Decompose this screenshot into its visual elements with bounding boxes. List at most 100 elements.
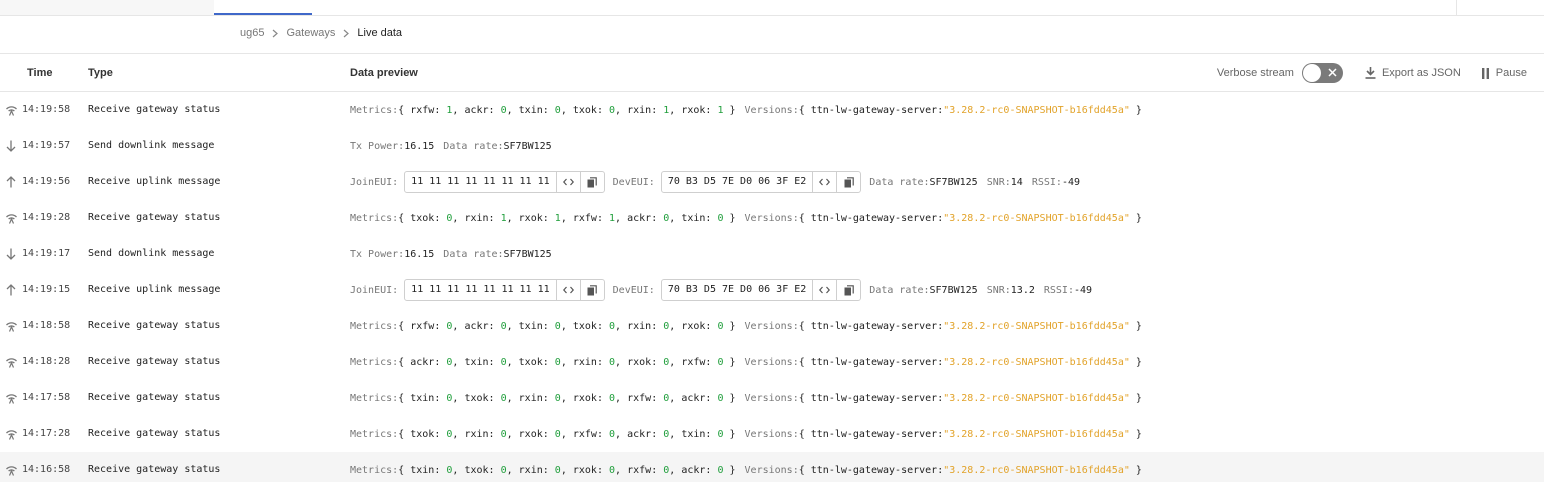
event-row[interactable]: 14:18:58 Receive gateway status Metrics: {… <box>0 308 1544 344</box>
separator: , <box>560 428 573 440</box>
separator: , <box>452 212 465 224</box>
separator: , <box>560 392 573 404</box>
colon: : <box>596 428 610 440</box>
metric-key: txin <box>681 428 706 440</box>
colon: : <box>596 104 610 116</box>
event-time: 14:19:57 <box>22 140 71 151</box>
brace-open: { <box>398 104 411 116</box>
toggle-knob <box>1302 64 1321 82</box>
versions-label: Versions: <box>744 356 799 368</box>
event-row[interactable]: 14:17:28 Receive gateway status Metrics: {… <box>0 416 1544 452</box>
data-preview: JoinEUI: 11 11 11 11 11 11 11 11 DevEUI: 70… <box>350 164 1080 200</box>
event-row[interactable]: 14:16:58 Receive gateway status Metrics: {… <box>0 452 1544 482</box>
separator: , <box>615 356 628 368</box>
metric-key: rxfw <box>627 392 652 404</box>
event-type: Receive uplink message <box>88 176 221 187</box>
version-value: "3.28.2-rc0-SNAPSHOT-b16fdd45a" <box>943 320 1130 332</box>
breadcrumb-item-ug65[interactable]: ug65 <box>240 27 264 39</box>
event-type: Send downlink message <box>88 140 215 151</box>
snr-value: 14 <box>1010 176 1023 188</box>
separator: , <box>506 428 519 440</box>
event-time: 14:19:58 <box>22 104 71 115</box>
colon: : <box>596 392 610 404</box>
metric-key: txok <box>410 212 435 224</box>
data-preview: Metrics: { txin: 0, txok: 0, rxin: 0, rx… <box>350 380 1142 416</box>
data-preview: JoinEUI: 11 11 11 11 11 11 11 11 DevEUI: 70… <box>350 272 1092 308</box>
event-type: Send downlink message <box>88 248 215 259</box>
event-time: 14:17:58 <box>22 392 71 403</box>
tab-active-indicator[interactable] <box>214 0 312 15</box>
metrics-label: Metrics: <box>350 464 399 476</box>
colon: : <box>542 392 555 404</box>
toggle-format-icon[interactable] <box>812 280 836 300</box>
column-header-type: Type <box>88 67 113 79</box>
event-row[interactable]: 14:19:56 Receive uplink message JoinEUI: 11… <box>0 164 1544 200</box>
metric-key: ackr <box>464 320 489 332</box>
event-type: Receive gateway status <box>88 320 221 331</box>
copy-icon[interactable] <box>836 280 860 300</box>
version-key: ttn-lw-gateway-server: <box>810 464 944 476</box>
dev-eui-value: 70 B3 D5 7E D0 06 3F E2 <box>667 284 807 295</box>
toggle-format-icon[interactable] <box>812 172 836 192</box>
version-value: "3.28.2-rc0-SNAPSHOT-b16fdd45a" <box>943 356 1130 368</box>
data-rate-value: SF7BW125 <box>929 176 978 188</box>
gateway-status-icon <box>4 319 18 333</box>
metric-key: rxok <box>572 464 597 476</box>
brace-open: { <box>398 212 411 224</box>
separator: , <box>669 392 682 404</box>
gateway-status-icon <box>4 463 18 477</box>
gateway-status-icon <box>4 355 18 369</box>
arrow-down-icon <box>4 139 18 153</box>
pause-button[interactable]: Pause <box>1481 67 1527 79</box>
copy-icon[interactable] <box>579 280 604 300</box>
verbose-stream-toggle[interactable] <box>1301 63 1343 83</box>
top-nav-left-segment <box>0 0 214 15</box>
event-type: Receive gateway status <box>88 428 221 439</box>
metric-key: txok <box>464 392 489 404</box>
metric-key: rxok <box>518 212 543 224</box>
verbose-stream-label: Verbose stream <box>1216 67 1294 79</box>
metric-key: txin <box>464 356 489 368</box>
event-row[interactable]: 14:18:28 Receive gateway status Metrics: {… <box>0 344 1544 380</box>
separator: } <box>723 212 736 224</box>
event-row[interactable]: 14:19:57 Send downlink message Tx Power: 1… <box>0 128 1544 164</box>
brace-close: } <box>1129 392 1142 404</box>
toggle-format-icon[interactable] <box>555 172 580 192</box>
colon: : <box>488 104 501 116</box>
separator: , <box>452 356 465 368</box>
separator: , <box>669 320 682 332</box>
brace-close: } <box>1129 212 1142 224</box>
event-row[interactable]: 14:19:15 Receive uplink message JoinEUI: 11… <box>0 272 1544 308</box>
separator: , <box>506 320 519 332</box>
event-row[interactable]: 14:19:28 Receive gateway status Metrics: {… <box>0 200 1544 236</box>
dev-eui-label: DevEUI: <box>612 284 655 296</box>
colon: : <box>488 392 501 404</box>
metric-key: rxin <box>627 104 652 116</box>
event-row[interactable]: 14:17:58 Receive gateway status Metrics: {… <box>0 380 1544 416</box>
breadcrumb-item-gateways[interactable]: Gateways <box>286 27 335 39</box>
event-row[interactable]: 14:19:58 Receive gateway status Metrics: {… <box>0 92 1544 128</box>
dev-eui-value: 70 B3 D5 7E D0 06 3F E2 <box>667 176 807 187</box>
copy-icon[interactable] <box>579 172 604 192</box>
metric-key: rxok <box>681 320 706 332</box>
colon: : <box>434 464 447 476</box>
pause-label: Pause <box>1495 67 1527 79</box>
event-time: 14:18:28 <box>22 356 71 367</box>
copy-icon[interactable] <box>836 172 860 192</box>
snr-label: SNR: <box>986 176 1011 188</box>
versions-label: Versions: <box>744 428 799 440</box>
version-key: ttn-lw-gateway-server: <box>810 392 944 404</box>
event-row[interactable]: 14:19:17 Send downlink message Tx Power: 1… <box>0 236 1544 272</box>
version-value: "3.28.2-rc0-SNAPSHOT-b16fdd45a" <box>943 392 1130 404</box>
export-json-button[interactable]: Export as JSON <box>1365 67 1461 79</box>
pause-icon <box>1481 67 1496 79</box>
separator: , <box>669 212 682 224</box>
version-value: "3.28.2-rc0-SNAPSHOT-b16fdd45a" <box>943 428 1130 440</box>
join-eui-label: JoinEUI: <box>350 176 399 188</box>
colon: : <box>488 356 501 368</box>
metrics-label: Metrics: <box>350 356 399 368</box>
brace-open: { <box>398 356 411 368</box>
chevron-right-icon <box>343 29 350 38</box>
toggle-format-icon[interactable] <box>555 280 580 300</box>
colon: : <box>705 464 718 476</box>
